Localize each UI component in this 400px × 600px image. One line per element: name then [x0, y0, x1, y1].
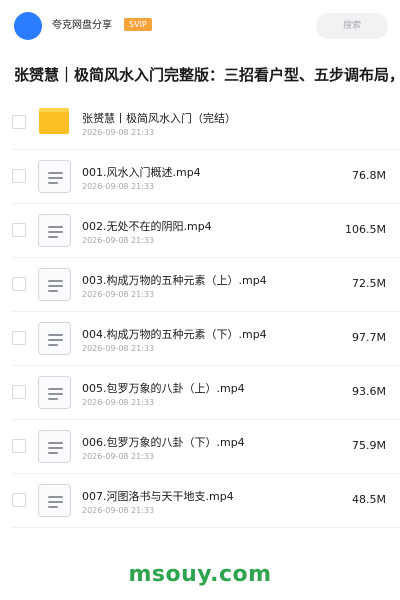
video-file-icon: [38, 160, 71, 193]
list-item[interactable]: 003.构成万物的五种元素（上）.mp4 2026-09-08 21:33 72…: [0, 258, 400, 312]
list-item[interactable]: 002.无处不在的阴阳.mp4 2026-09-08 21:33 106.5M: [0, 204, 400, 258]
svip-badge: SVIP: [124, 18, 152, 31]
row-checkbox[interactable]: [12, 439, 26, 453]
file-size: 75.9M: [352, 439, 386, 452]
row-checkbox[interactable]: [12, 115, 26, 129]
list-item[interactable]: 006.包罗万象的八卦（下）.mp4 2026-09-08 21:33 75.9…: [0, 420, 400, 474]
list-item[interactable]: 007.河图洛书与天干地支.mp4 2026-09-08 21:33 48.5M: [0, 474, 400, 528]
footer: msouy.com: [0, 548, 400, 600]
file-date: 2026-09-08 21:33: [82, 344, 155, 353]
watermark-text: msouy.com: [128, 562, 272, 587]
file-name: 006.包罗万象的八卦（下）.mp4: [82, 436, 245, 449]
video-file-icon: [38, 322, 71, 355]
file-name: 005.包罗万象的八卦（上）.mp4: [82, 382, 245, 395]
list-item[interactable]: 005.包罗万象的八卦（上）.mp4 2026-09-08 21:33 93.6…: [0, 366, 400, 420]
header: 夸克网盘分享 SVIP 搜索: [0, 0, 400, 52]
file-size: 76.8M: [352, 169, 386, 182]
row-checkbox[interactable]: [12, 493, 26, 507]
title-bar: 张赟慧｜极简风水入门完整版：三招看户型、五步调布局，: [0, 52, 400, 96]
video-file-icon: [38, 214, 71, 247]
file-date: 2026-09-08 21:33: [82, 236, 155, 245]
file-date: 2026-09-08 21:33: [82, 506, 155, 515]
file-list: 张赟慧丨极简风水入门（完结） 2026-09-08 21:33 001.风水入门…: [0, 96, 400, 548]
file-date: 2026-09-08 21:33: [82, 398, 155, 407]
file-date: 2026-09-08 21:33: [82, 452, 155, 461]
file-size: 97.7M: [352, 331, 386, 344]
file-date: 2026-09-08 21:33: [82, 182, 155, 191]
row-checkbox[interactable]: [12, 277, 26, 291]
file-name: 004.构成万物的五种元素（下）.mp4: [82, 328, 267, 341]
app-name: 夸克网盘分享: [52, 20, 112, 31]
row-checkbox[interactable]: [12, 169, 26, 183]
file-size: 93.6M: [352, 385, 386, 398]
file-name: 007.河图洛书与天干地支.mp4: [82, 490, 234, 503]
avatar[interactable]: [14, 12, 42, 40]
file-name: 002.无处不在的阴阳.mp4: [82, 220, 212, 233]
list-item-folder[interactable]: 张赟慧丨极简风水入门（完结） 2026-09-08 21:33: [0, 96, 400, 150]
row-checkbox[interactable]: [12, 331, 26, 345]
file-name: 张赟慧丨极简风水入门（完结）: [82, 112, 236, 125]
file-size: 72.5M: [352, 277, 386, 290]
video-file-icon: [38, 268, 71, 301]
list-item[interactable]: 004.构成万物的五种元素（下）.mp4 2026-09-08 21:33 97…: [0, 312, 400, 366]
file-size: 48.5M: [352, 493, 386, 506]
file-name: 003.构成万物的五种元素（上）.mp4: [82, 274, 267, 287]
file-date: 2026-09-08 21:33: [82, 290, 155, 299]
file-size: 106.5M: [345, 223, 386, 236]
page-title: 张赟慧｜极简风水入门完整版：三招看户型、五步调布局，: [14, 66, 400, 84]
row-checkbox[interactable]: [12, 223, 26, 237]
video-file-icon: [38, 484, 71, 517]
folder-icon: [39, 108, 69, 134]
video-file-icon: [38, 376, 71, 409]
row-checkbox[interactable]: [12, 385, 26, 399]
search-input[interactable]: 搜索: [316, 13, 388, 39]
video-file-icon: [38, 430, 71, 463]
list-item[interactable]: 001.风水入门概述.mp4 2026-09-08 21:33 76.8M: [0, 150, 400, 204]
file-date: 2026-09-08 21:33: [82, 128, 155, 137]
file-name: 001.风水入门概述.mp4: [82, 166, 201, 179]
